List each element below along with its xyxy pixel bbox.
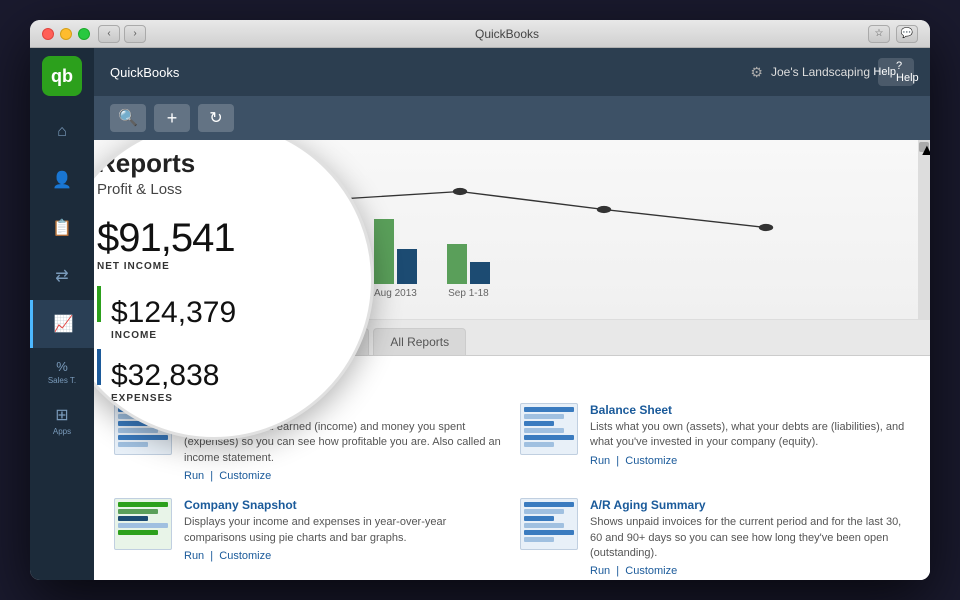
sub-toolbar: 🔍 + ↻ <box>94 96 930 140</box>
sidebar-item-reports[interactable]: 📈 <box>30 300 94 348</box>
customize-company-snapshot[interactable]: Customize <box>219 550 271 562</box>
bar-expense-aug <box>397 249 417 284</box>
home-icon: ⌂ <box>57 123 67 141</box>
sidebar-item-transactions[interactable]: ⇄ <box>30 252 94 300</box>
sidebar: qb ⌂ 👤 📋 ⇄ 📈 % Sales T. ⊞ A <box>30 48 94 580</box>
add-button[interactable]: + <box>154 104 190 132</box>
chat-button[interactable]: 💬 <box>896 25 918 43</box>
bar-income-sep <box>447 244 467 284</box>
sidebar-item-apps[interactable]: ⊞ Apps <box>30 396 94 444</box>
page-subtitle: Profit & Loss <box>97 181 341 198</box>
income-row: $124,379 INCOME <box>97 286 341 341</box>
run-balance-sheet[interactable]: Run <box>590 455 610 467</box>
help-icon: Help <box>873 66 896 78</box>
toolbar-left: QuickBooks <box>110 65 179 80</box>
report-name-company-snapshot: Company Snapshot <box>184 498 504 512</box>
report-name-balance-sheet: Balance Sheet <box>590 403 910 417</box>
scroll-up-button[interactable]: ▲ <box>919 142 929 152</box>
maximize-button[interactable] <box>78 28 90 40</box>
vendors-icon: 📋 <box>52 218 72 238</box>
report-actions-balance-sheet: Run | Customize <box>590 455 910 467</box>
main-area: QuickBooks ⚙ Joe's Landscaping Help ? He… <box>94 48 930 580</box>
back-button[interactable]: ‹ <box>98 25 120 43</box>
salestax-label: Sales T. <box>48 376 76 385</box>
income-amount: $124,379 <box>111 296 236 330</box>
report-thumb-company-snapshot <box>114 498 172 550</box>
income-label: INCOME <box>111 330 236 341</box>
report-item-company-snapshot: Company Snapshot Displays your income an… <box>114 498 504 577</box>
report-actions-company-snapshot: Run | Customize <box>184 550 504 562</box>
page-title: Reports <box>97 148 341 179</box>
sidebar-item-vendors[interactable]: 📋 <box>30 204 94 252</box>
qb-logo: qb <box>42 56 82 96</box>
customize-ar-aging[interactable]: Customize <box>625 565 677 577</box>
report-thumb-ar-aging <box>520 498 578 550</box>
search-button[interactable]: 🔍 <box>110 104 146 132</box>
report-item-ar-aging: A/R Aging Summary Shows unpaid invoices … <box>520 498 910 577</box>
income-bar-indicator <box>97 286 101 322</box>
add-icon: + <box>167 108 178 129</box>
net-income-amount: $91,541 <box>97 216 341 261</box>
chart-group-sep: Sep 1-18 <box>447 244 490 299</box>
report-item-balance-sheet: Balance Sheet Lists what you own (assets… <box>520 403 910 482</box>
company-name: Joe's Landscaping <box>771 65 870 79</box>
title-bar: ‹ › QuickBooks ☆ 💬 <box>30 20 930 48</box>
net-income-label: NET INCOME <box>97 261 341 272</box>
customers-icon: 👤 <box>52 170 72 190</box>
report-info-ar-aging: A/R Aging Summary Shows unpaid invoices … <box>590 498 910 577</box>
refresh-button[interactable]: ↻ <box>198 104 234 132</box>
bookmark-button[interactable]: ☆ <box>868 25 890 43</box>
transactions-icon: ⇄ <box>55 266 68 286</box>
tab-all[interactable]: All Reports <box>373 328 466 355</box>
minimize-button[interactable] <box>60 28 72 40</box>
apps-icon: ⊞ <box>55 405 68 425</box>
expense-label: EXPENSES <box>111 393 219 404</box>
report-actions-profit-loss: Run | Customize <box>184 470 504 482</box>
expense-row: $32,838 EXPENSES <box>97 349 341 404</box>
apps-label: Apps <box>53 427 71 436</box>
customize-balance-sheet[interactable]: Customize <box>625 455 677 467</box>
report-area: Reports Profit & Loss $91,541 NET INCOME… <box>94 140 930 580</box>
report-info-company-snapshot: Company Snapshot Displays your income an… <box>184 498 504 562</box>
settings-icon[interactable]: ⚙ <box>750 64 763 81</box>
customize-profit-loss[interactable]: Customize <box>219 470 271 482</box>
chart-label-sep: Sep 1-18 <box>448 288 489 299</box>
top-toolbar: QuickBooks ⚙ Joe's Landscaping Help ? He… <box>94 48 930 96</box>
mac-window: ‹ › QuickBooks ☆ 💬 qb ⌂ 👤 📋 ⇄ <box>30 20 930 580</box>
window-title: QuickBooks <box>146 27 868 41</box>
report-thumb-balance-sheet <box>520 403 578 455</box>
search-icon: 🔍 <box>118 108 138 128</box>
expense-bar-indicator <box>97 349 101 385</box>
report-actions-ar-aging: Run | Customize <box>590 565 910 577</box>
traffic-lights <box>42 28 90 40</box>
chart-label-aug: Aug 2013 <box>374 288 417 299</box>
magnify-content: Reports Profit & Loss $91,541 NET INCOME… <box>97 148 341 412</box>
sidebar-item-customers[interactable]: 👤 <box>30 156 94 204</box>
report-desc-company-snapshot: Displays your income and expenses in yea… <box>184 515 504 546</box>
sidebar-item-home[interactable]: ⌂ <box>30 108 94 156</box>
report-info-balance-sheet: Balance Sheet Lists what you own (assets… <box>590 403 910 467</box>
refresh-icon: ↻ <box>209 108 222 128</box>
forward-button[interactable]: › <box>124 25 146 43</box>
toolbar-actions: ⚙ Joe's Landscaping Help ? Help <box>750 58 914 86</box>
expense-amount: $32,838 <box>111 359 219 393</box>
sidebar-item-salestax[interactable]: % Sales T. <box>30 348 94 396</box>
run-company-snapshot[interactable]: Run <box>184 550 204 562</box>
run-ar-aging[interactable]: Run <box>590 565 610 577</box>
bar-expense-sep <box>470 262 490 284</box>
company-selector[interactable]: Joe's Landscaping <box>771 65 870 79</box>
reports-icon: 📈 <box>54 314 74 334</box>
report-desc-ar-aging: Shows unpaid invoices for the current pe… <box>590 515 910 561</box>
help-button[interactable]: Help ? Help <box>878 58 914 86</box>
report-desc-balance-sheet: Lists what you own (assets), what your d… <box>590 420 910 451</box>
app-content: qb ⌂ 👤 📋 ⇄ 📈 % Sales T. ⊞ A <box>30 48 930 580</box>
salestax-icon: % <box>56 359 68 374</box>
run-profit-loss[interactable]: Run <box>184 470 204 482</box>
close-button[interactable] <box>42 28 54 40</box>
report-name-ar-aging: A/R Aging Summary <box>590 498 910 512</box>
app-name-label: QuickBooks <box>110 65 179 80</box>
